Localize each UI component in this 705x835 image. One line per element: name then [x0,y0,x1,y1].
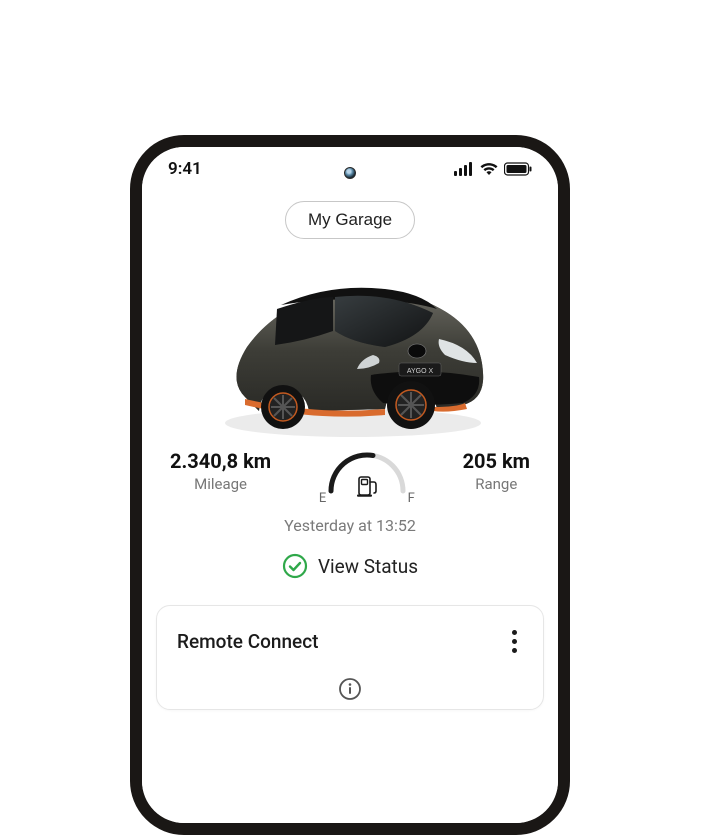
remote-connect-card: Remote Connect [156,605,544,710]
my-garage-button[interactable]: My Garage [285,201,415,239]
front-camera [344,167,356,179]
range-stat: 205 km Range [463,449,530,493]
fuel-gauge: E F [307,449,427,498]
phone-frame: 9:41 [130,135,570,835]
fuel-full-label: F [408,491,415,506]
check-circle-icon [282,553,308,579]
fuel-pump-icon [356,474,378,498]
fuel-empty-label: E [319,491,326,506]
my-garage-label: My Garage [308,210,392,229]
more-options-button[interactable] [506,624,523,659]
info-icon[interactable] [338,677,362,701]
range-label: Range [475,475,517,493]
stats-row: 2.340,8 km Mileage E F [142,449,558,498]
mileage-stat: 2.340,8 km Mileage [170,449,271,493]
mileage-label: Mileage [194,475,247,493]
volume-button[interactable] [568,367,570,457]
view-status-label: View Status [318,555,418,578]
view-status-link[interactable]: View Status [282,553,418,579]
vehicle-image: AYGO X [142,247,558,443]
mileage-value: 2.340,8 km [170,449,271,473]
card-title: Remote Connect [177,630,318,653]
last-update-timestamp: Yesterday at 13:52 [284,516,416,535]
range-value: 205 km [463,449,530,473]
vehicle-badge: AYGO X [407,368,434,375]
power-button[interactable] [568,507,570,587]
cellular-icon [454,162,474,176]
wifi-icon [480,162,498,176]
battery-icon [504,162,532,176]
clock: 9:41 [168,159,202,179]
